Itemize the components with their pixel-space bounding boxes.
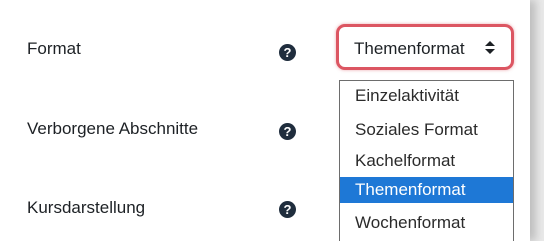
hidden-sections-help-icon[interactable]: ? bbox=[279, 123, 296, 140]
hidden-sections-label: Verborgene Abschnitte bbox=[27, 119, 199, 138]
format-option-themenformat[interactable]: Themenformat bbox=[340, 177, 513, 203]
course-settings-panel: Format ? Verborgene Abschnitte ? Kursdar… bbox=[0, 0, 530, 241]
format-dropdown-list: Einzelaktivität Soziales Format Kachelfo… bbox=[339, 80, 514, 241]
format-option-wochenformat[interactable]: Wochenformat bbox=[340, 210, 513, 236]
format-option-soziales-format[interactable]: Soziales Format bbox=[340, 117, 513, 143]
course-layout-help-icon[interactable]: ? bbox=[279, 201, 296, 218]
course-layout-label: Kursdarstellung bbox=[27, 198, 146, 217]
sort-caret-icon bbox=[485, 41, 495, 55]
format-option-einzelaktivitaet[interactable]: Einzelaktivität bbox=[340, 83, 513, 109]
format-select-value: Themenformat bbox=[354, 39, 465, 58]
format-option-kachelformat[interactable]: Kachelformat bbox=[340, 148, 513, 174]
format-select[interactable]: Themenformat bbox=[336, 24, 514, 70]
format-label: Format bbox=[27, 39, 81, 58]
format-help-icon[interactable]: ? bbox=[279, 44, 296, 61]
